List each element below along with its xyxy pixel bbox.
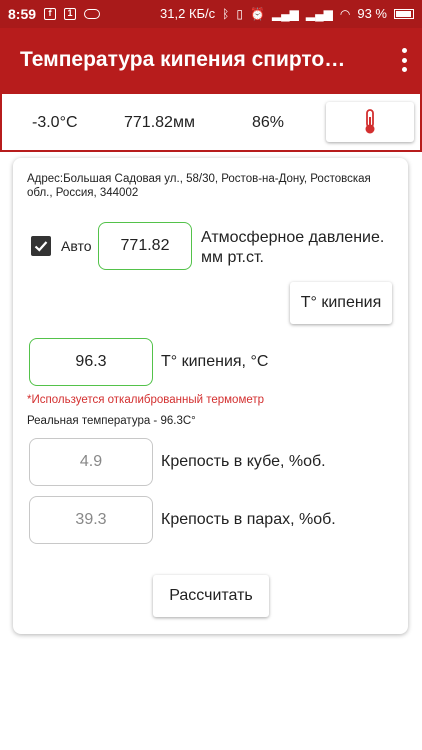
facebook-icon: f: [44, 8, 57, 20]
auto-label: Авто: [61, 238, 92, 254]
auto-checkbox[interactable]: [31, 236, 51, 256]
pressure-label: Атмосферное давление. мм рт.ст.: [201, 229, 385, 266]
app-title: Температура кипения спирто…: [20, 48, 346, 71]
battery-icon: [394, 8, 414, 19]
vapor-strength-label: Крепость в парах, %об.: [161, 511, 336, 528]
cloud-icon: [84, 9, 101, 19]
bluetooth-icon: ᛒ: [222, 6, 230, 21]
status-time: 8:59: [8, 6, 37, 22]
network-speed: 31,2 КБ/с: [160, 6, 216, 21]
calculation-card: Адрес:Большая Садовая ул., 58/30, Ростов…: [13, 158, 408, 634]
cube-strength-label: Крепость в кубе, %об.: [161, 453, 326, 470]
status-bar: 8:59 f 1 31,2 КБ/с ᛒ ▯ ⏰ ▂▄▆ ▂▄▆ ◠ 93 %: [0, 0, 422, 28]
app-bar: Температура кипения спирто…: [0, 28, 422, 92]
boiling-temp-input[interactable]: 96.3: [29, 338, 153, 386]
weather-info-bar: -3.0°C 771.82мм 86%: [0, 92, 422, 152]
signal-icon: ▂▄▆: [271, 6, 299, 21]
boiling-temp-label: T° кипения, °C: [161, 353, 269, 370]
vibrate-icon: ▯: [236, 6, 243, 21]
vapor-strength-input[interactable]: 39.3: [29, 496, 153, 544]
calibration-warning: *Используется откалиброванный термометр: [27, 394, 265, 406]
thermometer-button[interactable]: [326, 102, 414, 142]
signal-icon-2: ▂▄▆: [305, 6, 333, 21]
more-vert-icon[interactable]: [400, 48, 408, 72]
calculate-button[interactable]: Рассчитать: [153, 575, 269, 617]
outside-temperature: -3.0°C: [32, 114, 78, 131]
pressure-input[interactable]: 771.82: [98, 222, 192, 270]
alarm-icon: ⏰: [249, 6, 265, 21]
outside-pressure: 771.82мм: [124, 114, 195, 131]
flipboard-icon: 1: [64, 8, 77, 20]
battery-level: 93 %: [357, 6, 387, 21]
cube-strength-input[interactable]: 4.9: [29, 438, 153, 486]
real-temperature: Реальная температура - 96.3С°: [27, 415, 196, 427]
checkmark-icon: [34, 241, 48, 252]
outside-humidity: 86%: [252, 114, 285, 131]
boiling-temp-button[interactable]: T° кипения: [290, 282, 392, 324]
thermometer-icon: [365, 109, 375, 134]
wifi-icon: ◠: [339, 6, 351, 21]
address-text: Адрес:Большая Садовая ул., 58/30, Ростов…: [27, 173, 371, 199]
